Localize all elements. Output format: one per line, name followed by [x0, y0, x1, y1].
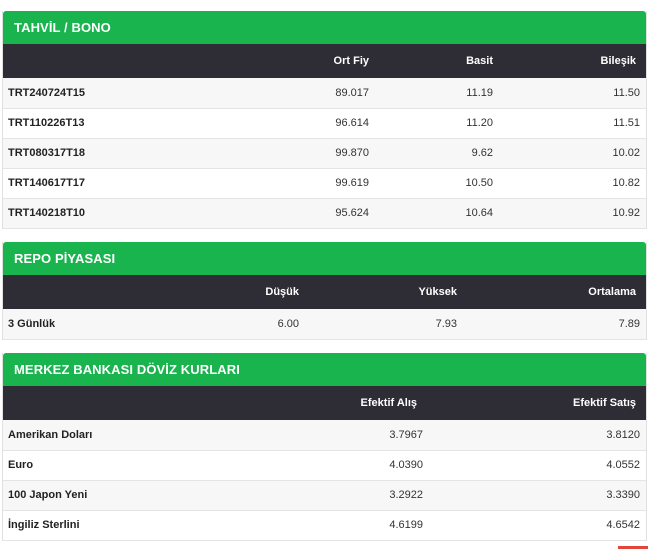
- tahvil-header-ort-fiy: Ort Fiy: [333, 55, 369, 67]
- efektif-alis-value: 4.0390: [389, 459, 423, 471]
- bilesik-value: 11.51: [613, 117, 640, 129]
- repo-term: 3 Günlük: [8, 317, 56, 330]
- dusuk-value: 6.00: [277, 317, 299, 330]
- bilesik-value: 11.50: [613, 86, 640, 99]
- doviz-header-satis: Efektif Satış: [573, 397, 636, 409]
- table-row: TRT140617T17 99.619 10.50 10.82: [3, 168, 646, 198]
- bilesik-value: 10.82: [612, 177, 640, 189]
- table-row: Amerikan Doları 3.7967 3.8120: [3, 420, 646, 450]
- efektif-alis-value: 3.2922: [389, 489, 423, 501]
- efektif-satis-value: 3.8120: [606, 428, 640, 441]
- doviz-header-row: Efektif Alış Efektif Satış: [3, 386, 646, 420]
- repo-header-ortalama: Ortalama: [588, 286, 636, 298]
- ortalama-value: 7.89: [618, 317, 640, 330]
- currency-name: Euro: [8, 459, 34, 471]
- ort-fiy-value: 95.624: [335, 207, 369, 219]
- repo-piyasasi-panel: REPO PİYASASI Düşük Yüksek Ortalama 3 Gü…: [2, 242, 647, 340]
- yuksek-value: 7.93: [435, 317, 457, 330]
- ort-fiy-value: 99.619: [335, 177, 369, 189]
- efektif-satis-value: 3.3390: [606, 489, 640, 501]
- tahvil-header-name: [3, 44, 183, 78]
- bilesik-value: 10.02: [612, 147, 640, 159]
- ort-fiy-value: 89.017: [335, 86, 369, 99]
- ort-fiy-value: 96.614: [335, 117, 369, 129]
- efektif-alis-value: 3.7967: [389, 428, 423, 441]
- doviz-header-name: [3, 386, 163, 420]
- basit-value: 9.62: [471, 147, 493, 159]
- efektif-alis-value: 4.6199: [389, 519, 423, 531]
- doviz-kurlari-table: Efektif Alış Efektif Satış Amerikan Dola…: [3, 386, 646, 541]
- basit-value: 11.19: [466, 86, 493, 99]
- table-row: TRT080317T18 99.870 9.62 10.02: [3, 138, 646, 168]
- repo-header-yuksek: Yüksek: [418, 286, 457, 298]
- repo-header-dusuk: Düşük: [265, 286, 299, 298]
- bilesik-value: 10.92: [612, 207, 640, 219]
- tahvil-header-row: Ort Fiy Basit Bileşik: [3, 44, 646, 78]
- tahvil-bono-panel: TAHVİL / BONO Ort Fiy Basit Bileşik TRT2…: [2, 11, 647, 229]
- bond-code: TRT110226T13: [8, 117, 85, 129]
- table-row: TRT110226T13 96.614 11.20 11.51: [3, 108, 646, 138]
- basit-value: 11.20: [466, 117, 493, 129]
- doviz-header-alis: Efektif Alış: [360, 397, 417, 409]
- repo-piyasasi-title: REPO PİYASASI: [3, 242, 646, 275]
- basit-value: 10.64: [465, 207, 493, 219]
- tahvil-bono-title: TAHVİL / BONO: [3, 11, 646, 44]
- ort-fiy-value: 99.870: [335, 147, 369, 159]
- doviz-kurlari-title: MERKEZ BANKASI DÖVİZ KURLARI: [3, 353, 646, 386]
- bond-code: TRT240724T15: [8, 86, 86, 99]
- currency-name: İngiliz Sterlini: [8, 519, 80, 531]
- tahvil-header-bilesik: Bileşik: [600, 55, 636, 67]
- basit-value: 10.50: [465, 177, 493, 189]
- efektif-satis-value: 4.0552: [606, 459, 640, 471]
- table-row: 3 Günlük 6.00 7.93 7.89: [3, 309, 646, 339]
- repo-header-name: [3, 275, 93, 309]
- currency-name: 100 Japon Yeni: [8, 489, 88, 501]
- table-row: Euro 4.0390 4.0552: [3, 450, 646, 480]
- table-row: TRT240724T15 89.017 11.19 11.50: [3, 78, 646, 108]
- tahvil-header-basit: Basit: [466, 55, 493, 67]
- efektif-satis-value: 4.6542: [606, 519, 640, 531]
- bond-code: TRT140218T10: [8, 207, 86, 219]
- repo-header-row: Düşük Yüksek Ortalama: [3, 275, 646, 309]
- table-row: TRT140218T10 95.624 10.64 10.92: [3, 198, 646, 228]
- table-row: 100 Japon Yeni 3.2922 3.3390: [3, 480, 646, 510]
- table-row: İngiliz Sterlini 4.6199 4.6542: [3, 510, 646, 540]
- bond-code: TRT140617T17: [8, 177, 86, 189]
- tahvil-bono-table: Ort Fiy Basit Bileşik TRT240724T15 89.01…: [3, 44, 646, 229]
- currency-name: Amerikan Doları: [8, 428, 93, 441]
- bond-code: TRT080317T18: [8, 147, 86, 159]
- repo-piyasasi-table: Düşük Yüksek Ortalama 3 Günlük 6.00 7.93…: [3, 275, 646, 340]
- doviz-kurlari-panel: MERKEZ BANKASI DÖVİZ KURLARI Efektif Alı…: [2, 353, 647, 541]
